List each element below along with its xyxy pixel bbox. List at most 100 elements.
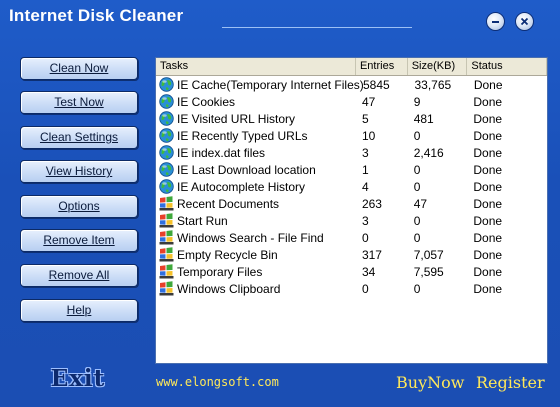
size-cell: 0 (413, 213, 421, 228)
table-row[interactable]: Windows Search - File Find 0 0 Done (156, 229, 547, 246)
status-cell: Done (473, 77, 503, 92)
task-cell: Temporary Files (156, 264, 356, 279)
task-cell: IE Last Download location (156, 162, 356, 177)
windows-icon (159, 196, 177, 211)
column-header-tasks[interactable]: Tasks (156, 58, 356, 75)
status-cell: Done (473, 94, 503, 109)
view-history-button[interactable]: View History (20, 160, 138, 183)
close-button[interactable] (515, 12, 534, 31)
size-cell: 7,595 (413, 264, 444, 279)
size-cell: 481 (413, 111, 434, 126)
column-header-size[interactable]: Size(KB) (408, 58, 468, 75)
globe-icon (159, 94, 177, 109)
entries-cell: 3 (361, 145, 369, 160)
task-name: Start Run (177, 213, 228, 228)
task-cell: IE Cookies (156, 94, 356, 109)
entries-cell: 3 (361, 213, 369, 228)
table-row[interactable]: Windows Clipboard 0 0 Done (156, 280, 547, 297)
entries-cell: 47 (361, 94, 376, 109)
list-body: IE Cache(Temporary Internet Files) 5845 33… (156, 76, 547, 297)
status-cell: Done (473, 128, 503, 143)
table-row[interactable]: Recent Documents 263 47 Done (156, 195, 547, 212)
task-name: Temporary Files (177, 264, 263, 279)
entries-cell: 10 (361, 128, 376, 143)
task-cell: Windows Search - File Find (156, 230, 356, 245)
entries-cell: 34 (361, 264, 376, 279)
title-divider (222, 27, 412, 28)
table-row[interactable]: IE Cache(Temporary Internet Files) 5845 33… (156, 76, 547, 93)
website-link[interactable]: www.elongsoft.com (156, 375, 279, 389)
table-row[interactable]: IE Recently Typed URLs 10 0 Done (156, 127, 547, 144)
remove-item-button[interactable]: Remove Item (20, 229, 138, 252)
list-header: Tasks Entries Size(KB) Status (156, 58, 547, 76)
options-button[interactable]: Options (20, 195, 138, 218)
task-name: Recent Documents (177, 196, 280, 211)
status-cell: Done (473, 162, 503, 177)
task-name: IE Recently Typed URLs (177, 128, 308, 143)
table-row[interactable]: IE Cookies 47 9 Done (156, 93, 547, 110)
buynow-link[interactable]: BuyNow (396, 373, 464, 392)
size-cell: 33,765 (414, 77, 452, 92)
entries-cell: 4 (361, 179, 369, 194)
status-cell: Done (473, 247, 503, 262)
remove-all-button[interactable]: Remove All (20, 264, 138, 287)
task-name: Windows Search - File Find (177, 230, 324, 245)
entries-cell: 5 (361, 111, 369, 126)
status-cell: Done (473, 230, 503, 245)
globe-icon (159, 145, 177, 160)
table-row[interactable]: Empty Recycle Bin 317 7,057 Done (156, 246, 547, 263)
windows-icon (159, 213, 177, 228)
globe-icon (159, 111, 177, 126)
globe-icon (159, 77, 177, 92)
globe-icon (159, 179, 177, 194)
task-name: IE Last Download location (177, 162, 316, 177)
app-window: Internet Disk Cleaner Clean Now Test Now… (0, 0, 560, 407)
task-name: IE Autocomplete History (177, 179, 306, 194)
window-title: Internet Disk Cleaner (9, 6, 184, 25)
size-cell: 9 (413, 94, 421, 109)
status-cell: Done (473, 111, 503, 126)
tasks-list[interactable]: Tasks Entries Size(KB) Status IE Cache(T… (155, 57, 548, 364)
column-header-entries[interactable]: Entries (356, 58, 408, 75)
size-cell: 0 (413, 179, 421, 194)
column-header-status[interactable]: Status (467, 58, 547, 75)
task-cell: Recent Documents (156, 196, 356, 211)
task-cell: Windows Clipboard (156, 281, 356, 296)
windows-icon (159, 264, 177, 279)
globe-icon (159, 162, 177, 177)
entries-cell: 1 (361, 162, 369, 177)
size-cell: 0 (413, 230, 421, 245)
task-name: IE index.dat files (177, 145, 266, 160)
task-name: IE Cache(Temporary Internet Files) (177, 77, 364, 92)
task-cell: IE Visited URL History (156, 111, 356, 126)
help-button[interactable]: Help (20, 299, 138, 322)
size-cell: 0 (413, 162, 421, 177)
exit-button[interactable]: Exit (50, 365, 106, 392)
status-cell: Done (473, 213, 503, 228)
table-row[interactable]: IE Autocomplete History 4 0 Done (156, 178, 547, 195)
task-cell: IE Autocomplete History (156, 179, 356, 194)
test-now-button[interactable]: Test Now (20, 91, 138, 114)
minimize-button[interactable] (486, 12, 505, 31)
task-cell: IE Recently Typed URLs (156, 128, 356, 143)
table-row[interactable]: IE Visited URL History 5 481 Done (156, 110, 547, 127)
task-cell: Start Run (156, 213, 356, 228)
table-row[interactable]: Temporary Files 34 7,595 Done (156, 263, 547, 280)
windows-icon (159, 247, 177, 262)
clean-now-button[interactable]: Clean Now (20, 57, 138, 80)
windows-icon (159, 281, 177, 296)
entries-cell: 263 (361, 196, 382, 211)
task-cell: Empty Recycle Bin (156, 247, 356, 262)
task-name: Empty Recycle Bin (177, 247, 278, 262)
status-cell: Done (473, 145, 503, 160)
size-cell: 0 (413, 128, 421, 143)
close-icon (520, 17, 529, 26)
register-link[interactable]: Register (476, 373, 545, 392)
task-name: IE Visited URL History (177, 111, 296, 126)
task-name: IE Cookies (177, 94, 236, 109)
windows-icon (159, 230, 177, 245)
table-row[interactable]: IE Last Download location 1 0 Done (156, 161, 547, 178)
table-row[interactable]: IE index.dat files 3 2,416 Done (156, 144, 547, 161)
clean-settings-button[interactable]: Clean Settings (20, 126, 138, 149)
table-row[interactable]: Start Run 3 0 Done (156, 212, 547, 229)
